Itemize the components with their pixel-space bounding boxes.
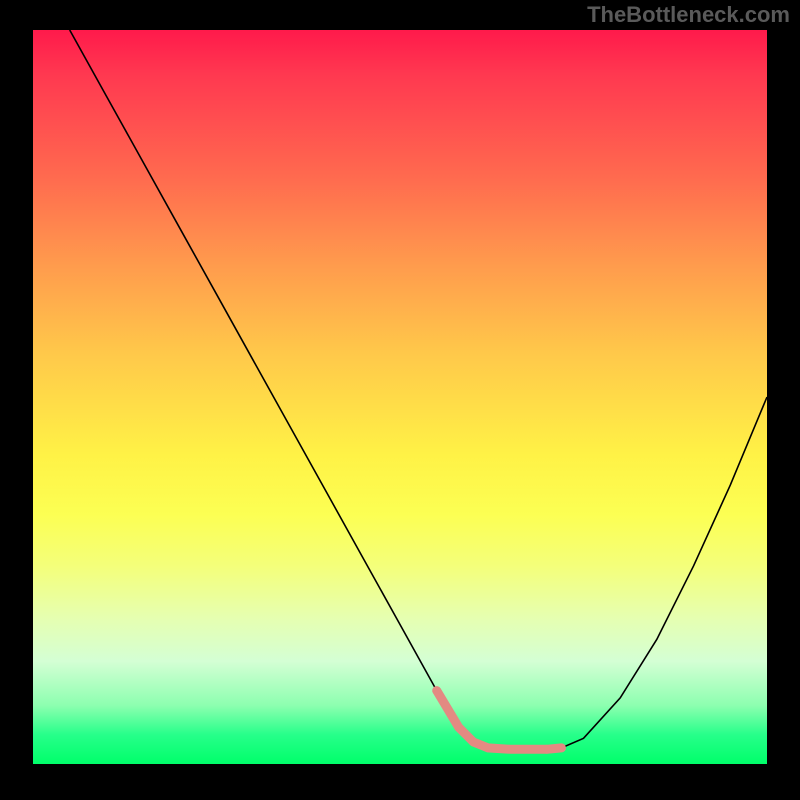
bottleneck-curve-line [70, 30, 767, 749]
highlight-segment-right [547, 748, 562, 749]
chart-plot-area [33, 30, 767, 764]
highlight-segment-flat [473, 742, 546, 749]
chart-svg [33, 30, 767, 764]
highlight-segment-left [437, 691, 474, 742]
watermark-text: TheBottleneck.com [587, 2, 790, 28]
